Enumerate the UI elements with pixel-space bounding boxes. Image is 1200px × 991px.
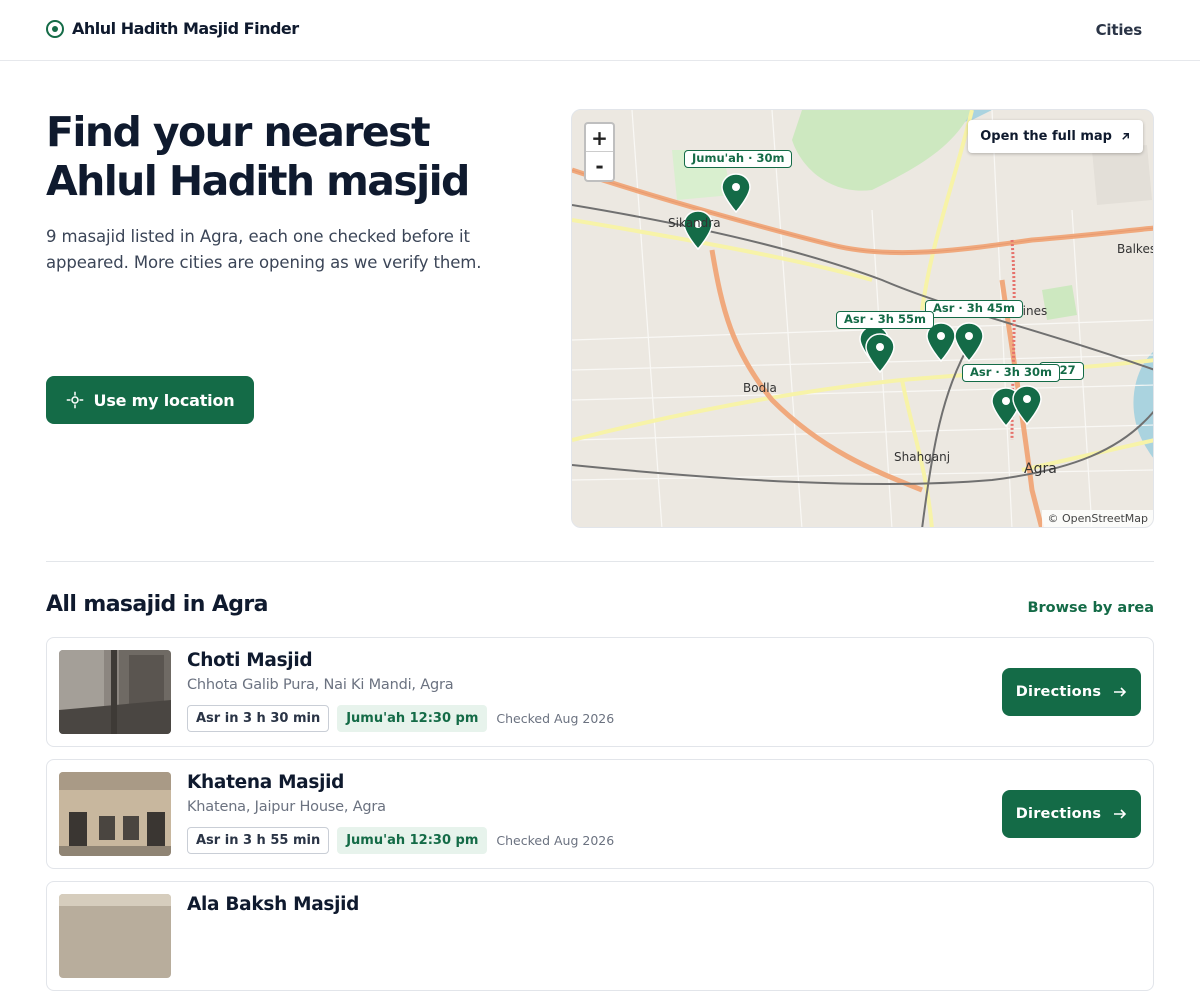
page-title: Find your nearest Ahlul Hadith masjid — [46, 108, 470, 205]
masjid-photo — [59, 894, 171, 978]
arrow-right-icon — [1114, 809, 1127, 819]
masjid-name: Choti Masjid — [187, 650, 313, 671]
open-full-map-button[interactable]: Open the full map — [968, 120, 1143, 153]
use-my-location-label: Use my location — [93, 390, 235, 410]
arrow-right-icon — [1114, 687, 1127, 697]
map-place-label: Agra — [1024, 461, 1057, 477]
map-pin-label[interactable]: Asr · 3h 45m — [925, 300, 1023, 318]
masjid-card[interactable]: Khatena Masjid Khatena, Jaipur House, Ag… — [46, 759, 1154, 869]
crosshair-icon — [66, 391, 83, 409]
browse-by-area-link[interactable]: Browse by area — [1027, 600, 1154, 616]
brand-link[interactable]: Ahlul Hadith Masjid Finder — [46, 19, 299, 38]
hero-subtitle: 9 masajid listed in Agra, each one check… — [46, 227, 482, 272]
asr-time-badge: Asr in 3 h 55 min — [187, 827, 330, 854]
directions-button[interactable]: Directions — [1002, 790, 1141, 838]
masjid-address: Khatena, Jaipur House, Agra — [187, 799, 386, 815]
zoom-control: + - — [584, 122, 615, 182]
open-full-map-label: Open the full map — [980, 129, 1112, 144]
directions-button[interactable]: Directions — [1002, 668, 1141, 716]
section-title: All masajid in Agra — [46, 592, 269, 617]
location-dot-icon — [46, 19, 64, 38]
use-my-location-button[interactable]: Use my location — [46, 376, 254, 424]
directions-label: Directions — [1015, 684, 1102, 700]
asr-time-badge: Asr in 3 h 30 min — [187, 705, 330, 732]
map-pin-label[interactable]: Asr · 3h 55m — [836, 311, 934, 329]
jumuah-time-badge: Jumu'ah 12:30 pm — [337, 827, 488, 854]
masjid-photo — [59, 772, 171, 856]
map-place-label: Bodla — [743, 381, 777, 395]
top-navbar: Ahlul Hadith Masjid Finder Cities — [0, 0, 1200, 61]
masjid-address: Chhota Galib Pura, Nai Ki Mandi, Agra — [187, 677, 454, 693]
nav-cities-link[interactable]: Cities — [1096, 21, 1143, 39]
masjid-photo — [59, 650, 171, 734]
directions-label: Directions — [1015, 806, 1102, 822]
masjid-card[interactable]: Ala Baksh Masjid — [46, 881, 1154, 991]
jumuah-time-badge: Jumu'ah 12:30 pm — [337, 705, 488, 732]
map-place-label: Shahganj — [894, 450, 951, 464]
section-divider — [46, 561, 1154, 562]
map-attribution[interactable]: © OpenStreetMap — [1042, 510, 1153, 527]
map-pin-label[interactable]: Jumu'ah · 30m — [684, 150, 793, 168]
masjid-card[interactable]: Choti Masjid Chhota Galib Pura, Nai Ki M… — [46, 637, 1154, 747]
map-place-label: Balkes — [1117, 242, 1154, 256]
brand-name: Ahlul Hadith Masjid Finder — [72, 19, 299, 38]
checked-date: Checked Aug 2026 — [496, 711, 615, 726]
map-place-label: Sikandra — [668, 216, 721, 230]
zoom-out-button[interactable]: - — [586, 152, 613, 180]
map-pin-label[interactable]: Asr · 3h 30m — [962, 364, 1060, 382]
checked-date: Checked Aug 2026 — [496, 833, 615, 848]
masjid-map[interactable]: Sikandra Balkes Lines Bodla Shahganj Agr… — [571, 109, 1154, 528]
zoom-in-button[interactable]: + — [586, 124, 613, 152]
external-arrow-icon — [1122, 133, 1129, 140]
masjid-name: Ala Baksh Masjid — [187, 894, 360, 915]
masjid-name: Khatena Masjid — [187, 772, 345, 793]
